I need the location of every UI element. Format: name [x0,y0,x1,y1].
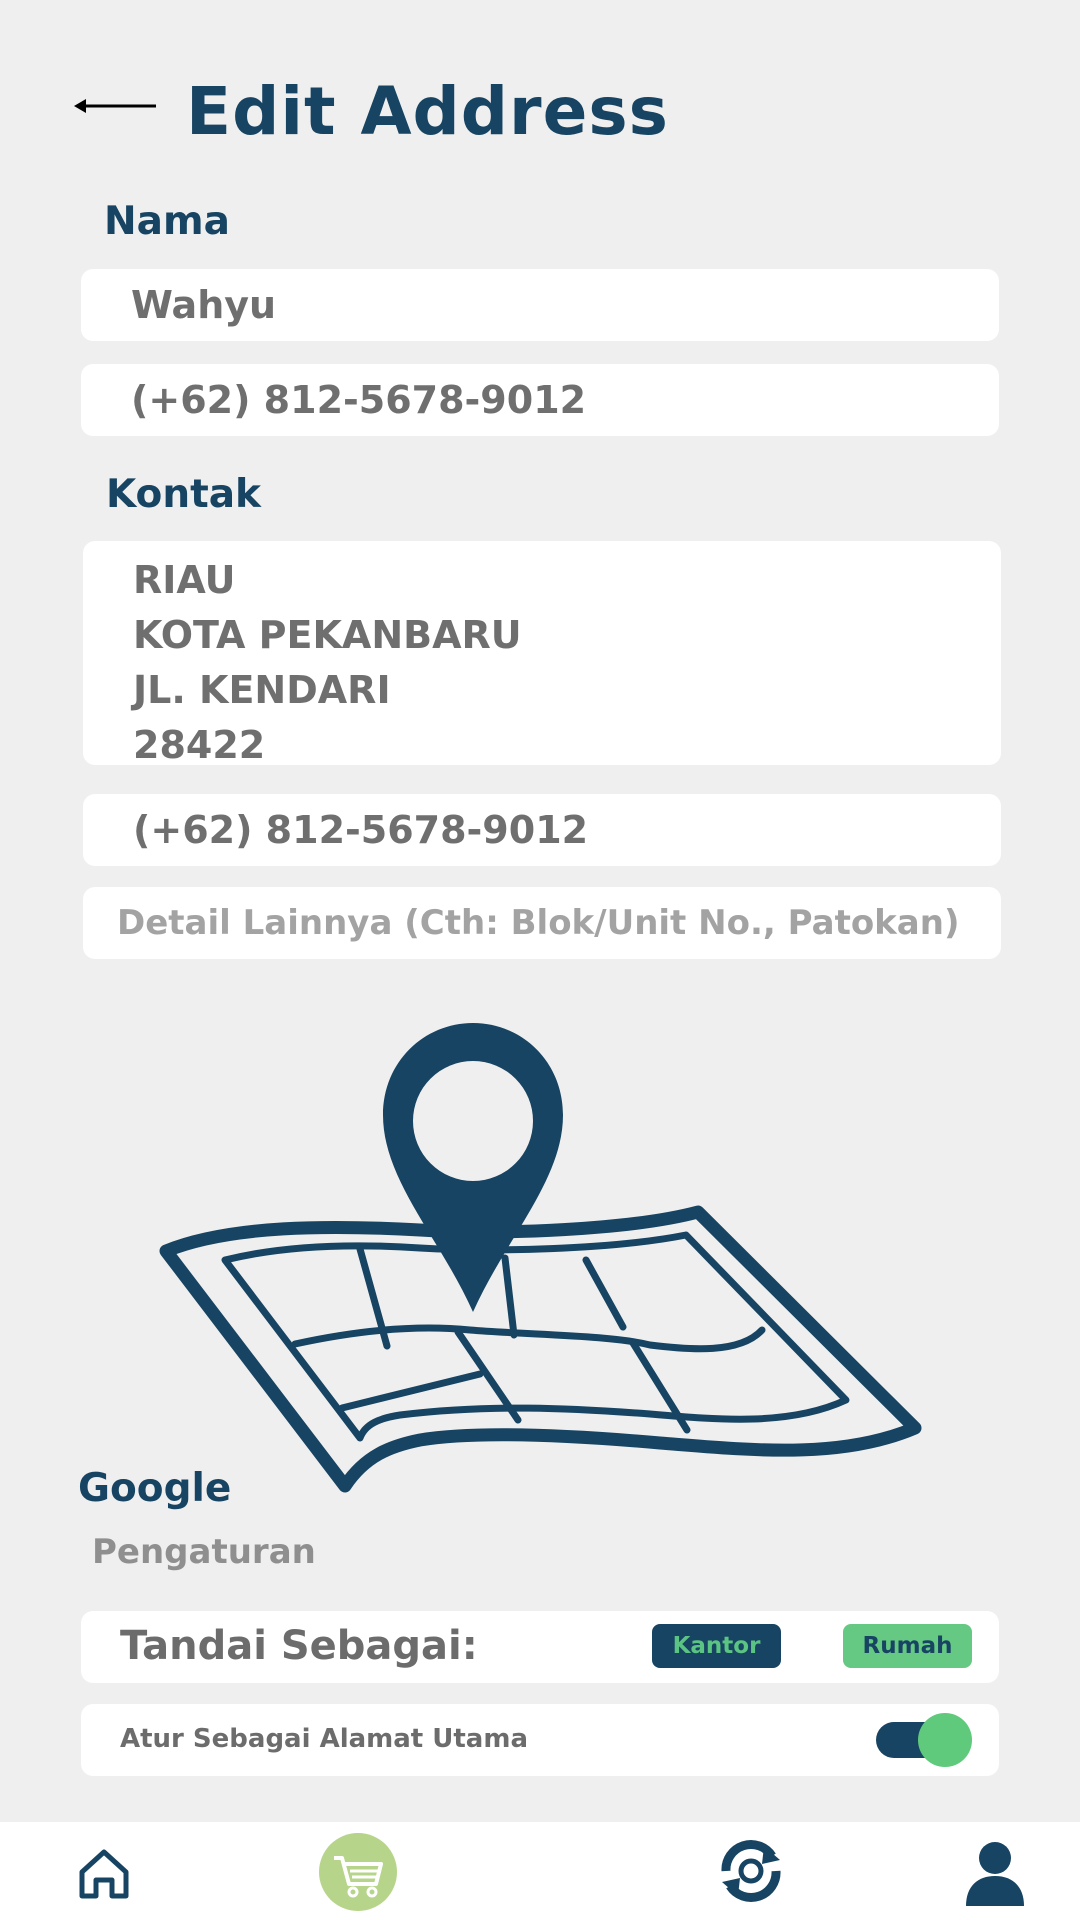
page-title: Edit Address [186,73,669,150]
tag-kantor-button[interactable]: Kantor [652,1624,781,1668]
address-postcode: 28422 [133,723,266,767]
tag-title: Tandai Sebagai: [120,1623,478,1669]
settings-label: Pengaturan [92,1532,316,1572]
name-field[interactable]: Wahyu [81,269,999,341]
name-value: Wahyu [131,283,277,327]
address-city: KOTA PEKANBARU [133,613,522,657]
cart-icon[interactable] [318,1832,398,1912]
phone-value: (+62) 812-5678-9012 [131,378,587,422]
user-icon[interactable] [964,1840,1026,1906]
address-field[interactable]: RIAU KOTA PEKANBARU JL. KENDARI 28422 [83,541,1001,767]
map-pin-icon[interactable] [150,1020,930,1520]
toggle-knob [918,1713,972,1767]
google-label: Google [78,1466,232,1511]
detail-placeholder: Detail Lainnya (Cth: Blok/Unit No., Pato… [117,903,960,943]
nama-label: Nama [104,199,230,244]
sync-icon[interactable] [718,1838,784,1904]
home-icon[interactable] [76,1846,132,1902]
back-arrow-icon[interactable] [74,96,158,116]
phone-field[interactable]: (+62) 812-5678-9012 [81,364,999,436]
detail-field[interactable]: Detail Lainnya (Cth: Blok/Unit No., Pato… [83,887,1001,959]
address-street: JL. KENDARI [133,668,391,712]
address-province: RIAU [133,558,236,602]
main-address-label: Atur Sebagai Alamat Utama [120,1724,528,1754]
contact-phone-field[interactable]: (+62) 812-5678-9012 [83,794,1001,866]
bottom-nav [0,1822,1080,1920]
tag-rumah-button[interactable]: Rumah [843,1624,972,1668]
kontak-label: Kontak [106,472,261,517]
main-address-toggle[interactable] [876,1712,974,1768]
contact-phone-value: (+62) 812-5678-9012 [133,808,589,852]
